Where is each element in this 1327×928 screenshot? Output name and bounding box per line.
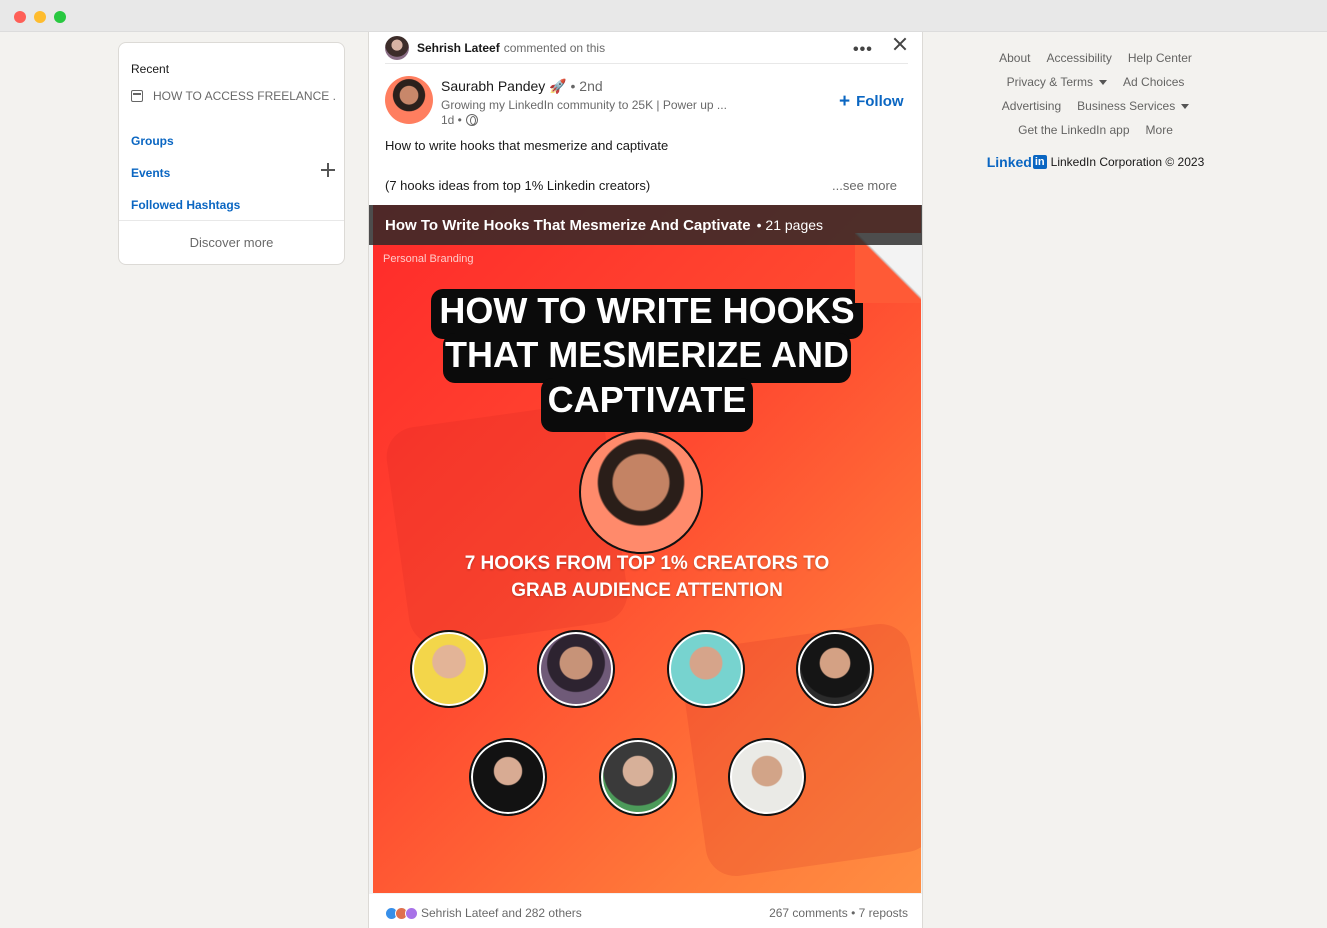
privacy-terms-dropdown[interactable]: Privacy & Terms [1006,75,1108,89]
community-panel: Recent HOW TO ACCESS FREELANCE ... Group… [118,42,345,265]
follow-button[interactable]: + Follow [839,92,904,111]
recent-item-label: HOW TO ACCESS FREELANCE ... [153,89,336,103]
slide-subtitle-line-2: GRAB AUDIENCE ATTENTION [511,580,783,601]
creator-photo [469,738,547,816]
creator-photo [537,630,615,708]
business-services-label: Business Services [1077,99,1176,113]
linkedin-logo-text: Linked [986,154,1032,170]
post-time: 1d • [441,113,462,127]
post-text-line-2: (7 hooks ideas from top 1% Linkedin crea… [385,178,651,193]
document-carousel[interactable]: Personal Branding HOW TO WRITE HOOKS THA… [369,205,922,894]
plus-icon: + [839,91,851,112]
document-header: How To Write Hooks That Mesmerize And Ca… [369,205,922,245]
reactions-count[interactable]: Sehrish Lateef and 282 others [421,906,582,920]
recent-item[interactable]: HOW TO ACCESS FREELANCE ... [131,89,336,103]
privacy-terms-label: Privacy & Terms [1006,75,1094,89]
creator-photo [728,738,806,816]
site-footer: About Accessibility Help Center Privacy … [968,46,1223,170]
followed-hashtags-link[interactable]: Followed Hashtags [131,198,240,212]
document-page-count: • 21 pages [756,217,824,233]
window-titlebar [0,0,1327,32]
creator-photo [667,630,745,708]
slide-headline-line-1: HOW TO WRITE HOOKS [431,289,863,339]
more-options-icon[interactable]: ••• [853,41,873,59]
slide-subtitle: 7 HOOKS FROM TOP 1% CREATORS TO GRAB AUD… [403,550,891,604]
slide-tag: Personal Branding [383,253,474,265]
author-photo [579,430,703,554]
event-calendar-icon [131,90,143,102]
minimize-window-button[interactable] [34,11,46,23]
commenter-avatar[interactable] [385,35,409,60]
groups-link[interactable]: Groups [131,134,174,148]
help-center-link[interactable]: Help Center [1128,51,1192,65]
events-link[interactable]: Events [131,166,170,180]
document-slide[interactable]: Personal Branding HOW TO WRITE HOOKS THA… [373,205,921,893]
context-text: commented on this [503,40,606,55]
globe-icon [465,114,478,126]
ad-choices-link[interactable]: Ad Choices [1123,75,1184,89]
creator-photo [410,630,488,708]
recent-heading: Recent [131,62,170,76]
linkedin-logo-box: in [1032,155,1047,169]
advertising-link[interactable]: Advertising [1002,99,1061,113]
maximize-window-button[interactable] [54,11,66,23]
caret-down-icon [1181,104,1190,110]
social-counts: Sehrish Lateef and 282 others 267 commen… [385,906,908,920]
business-services-dropdown[interactable]: Business Services [1077,99,1190,113]
author-avatar[interactable] [385,76,433,124]
commenter-name[interactable]: Sehrish Lateef [417,41,500,55]
discover-more-button[interactable]: Discover more [119,220,344,264]
slide-subtitle-line-1: 7 HOOKS FROM TOP 1% CREATORS TO [464,553,830,574]
creator-photo [796,630,874,708]
slide-headline-line-3: CAPTIVATE [541,378,753,432]
about-link[interactable]: About [999,51,1030,65]
close-window-button[interactable] [14,11,26,23]
post-text-line-1: How to write hooks that mesmerize and ca… [385,138,669,153]
connection-degree: • 2nd [566,78,603,94]
get-app-link[interactable]: Get the LinkedIn app [1018,123,1129,137]
add-event-plus-icon[interactable] [319,161,337,179]
support-reaction-icon [405,906,418,920]
footer-brand: Linked in LinkedIn Corporation © 2023 [968,154,1223,170]
close-icon[interactable] [891,35,909,53]
caret-down-icon [1099,80,1108,86]
comments-reposts-count[interactable]: 267 comments • 7 reposts [769,906,908,920]
follow-label: Follow [856,93,904,110]
post-timestamp: 1d • [441,113,478,127]
linkedin-logo: Linked in [987,154,1047,170]
accessibility-link[interactable]: Accessibility [1046,51,1111,65]
post-context-header: Sehrish Lateef commented on this ••• [385,32,908,64]
creator-photo [599,738,677,816]
copyright-text: LinkedIn Corporation © 2023 [1050,155,1205,169]
author-headline: Growing my LinkedIn community to 25K | P… [441,98,727,112]
document-title: How To Write Hooks That Mesmerize And Ca… [385,216,751,234]
see-more-link[interactable]: ...see more [832,178,897,193]
feed-post: Sehrish Lateef commented on this ••• Sau… [368,32,923,928]
more-link[interactable]: More [1146,123,1173,137]
author-name[interactable]: Saurabh Pandey 🚀 [441,78,567,94]
author-name-line[interactable]: Saurabh Pandey 🚀 • 2nd [441,78,603,95]
slide-headline-line-2: THAT MESMERIZE AND [443,333,851,383]
reaction-icons[interactable] [385,906,418,920]
